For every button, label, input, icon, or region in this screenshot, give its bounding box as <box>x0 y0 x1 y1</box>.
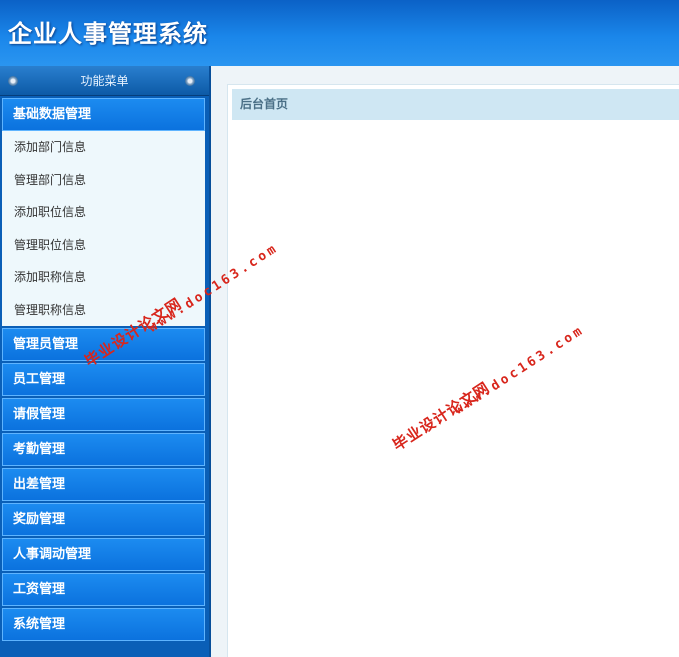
menu-item-manage-department[interactable]: 管理部门信息 <box>2 164 205 197</box>
content-panel: 后台首页 <box>227 84 679 657</box>
collapse-knob-icon[interactable] <box>8 76 18 86</box>
menu-item-add-title[interactable]: 添加职称信息 <box>2 261 205 294</box>
menu-item-manage-position[interactable]: 管理职位信息 <box>2 229 205 262</box>
app-title: 企业人事管理系统 <box>8 20 208 48</box>
expand-knob-icon[interactable] <box>185 76 195 86</box>
menu-item-add-position[interactable]: 添加职位信息 <box>2 196 205 229</box>
header-bar: 企业人事管理系统 <box>0 0 679 66</box>
menu-group-basic-data[interactable]: 基础数据管理 <box>2 98 205 131</box>
breadcrumb: 后台首页 <box>232 89 679 120</box>
menu-header-label: 功能菜单 <box>80 74 129 88</box>
menu-item-add-department[interactable]: 添加部门信息 <box>2 131 205 164</box>
menu-group-system[interactable]: 系统管理 <box>2 608 205 641</box>
menu-group-transfer[interactable]: 人事调动管理 <box>2 538 205 571</box>
menu-group-business-trip[interactable]: 出差管理 <box>2 468 205 501</box>
menu-group-salary[interactable]: 工资管理 <box>2 573 205 606</box>
menu-group-reward[interactable]: 奖励管理 <box>2 503 205 536</box>
menu-header: 功能菜单 <box>0 66 209 96</box>
menu-group-leave[interactable]: 请假管理 <box>2 398 205 431</box>
menu-group-attendance[interactable]: 考勤管理 <box>2 433 205 466</box>
menu-group-employee[interactable]: 员工管理 <box>2 363 205 396</box>
main-content: 后台首页 <box>211 66 679 657</box>
